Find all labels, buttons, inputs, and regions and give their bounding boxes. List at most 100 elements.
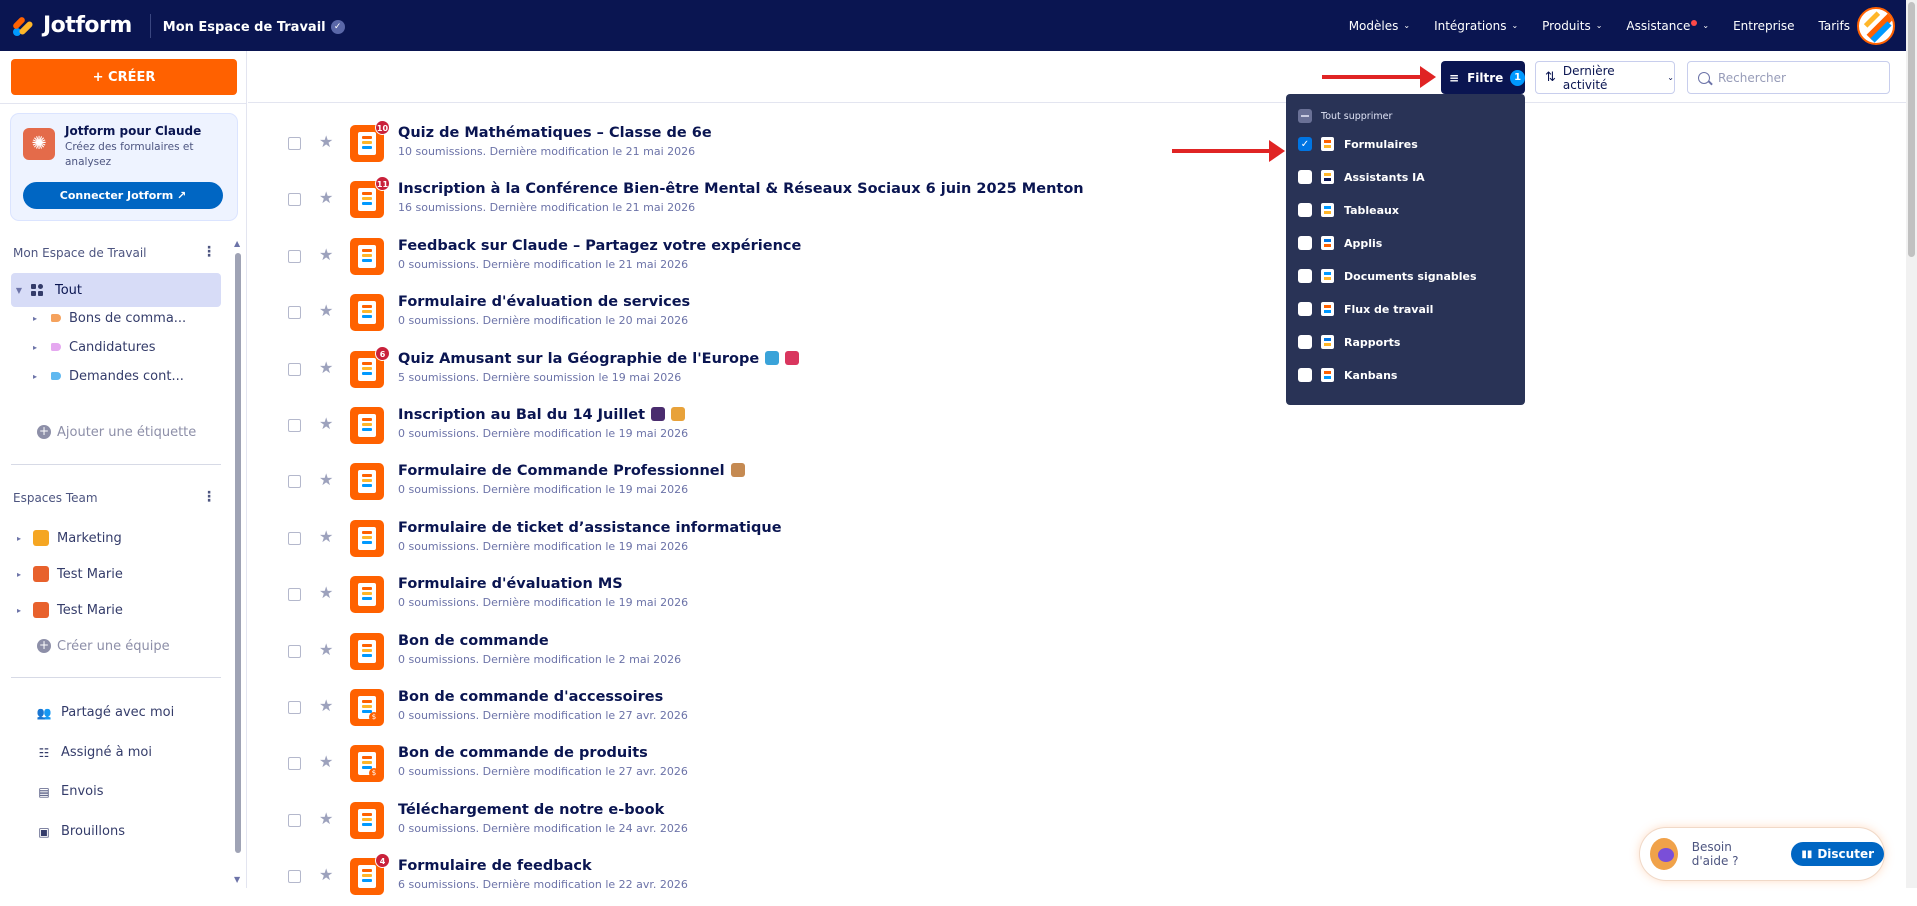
create-button[interactable]: + CRÉER	[11, 59, 237, 95]
jotform-logo[interactable]: Jotform	[11, 13, 132, 38]
row-checkbox[interactable]	[288, 813, 301, 827]
checked-checkbox[interactable]: ✓	[1298, 137, 1312, 151]
scroll-down-icon[interactable]: ▼	[234, 875, 240, 884]
form-row[interactable]: ★ $ Bon de commande d'accessoires 0 soumiss…	[248, 681, 1288, 737]
checkbox[interactable]	[1298, 170, 1312, 184]
sidebar-team-item[interactable]: ▸ Marketing	[11, 521, 221, 555]
sidebar-bottom-item[interactable]: ☷ Assigné à moi	[36, 745, 152, 760]
form-row[interactable]: ★ Téléchargement de notre e-book 0 soumiss…	[248, 794, 1288, 850]
indeterminate-checkbox[interactable]	[1298, 109, 1312, 123]
star-icon[interactable]: ★	[319, 301, 333, 320]
checkbox[interactable]	[1298, 203, 1312, 217]
row-checkbox[interactable]	[288, 588, 301, 602]
form-row[interactable]: ★ Formulaire d'évaluation MS 0 soumissions…	[248, 568, 1288, 624]
star-icon[interactable]: ★	[319, 696, 333, 715]
caret-down-icon[interactable]: ▼	[11, 286, 27, 295]
form-row[interactable]: ★ Inscription au Bal du 14 Juillet 0 soumi…	[248, 399, 1288, 455]
search-box[interactable]	[1687, 61, 1890, 94]
row-checkbox[interactable]	[288, 249, 301, 263]
row-checkbox[interactable]	[288, 531, 301, 545]
filter-option[interactable]: Rapports	[1298, 335, 1400, 349]
caret-right-icon[interactable]: ▸	[27, 372, 43, 381]
teams-more-icon[interactable]: ⋮	[202, 489, 216, 505]
caret-right-icon[interactable]: ▸	[27, 314, 43, 323]
sort-dropdown[interactable]: ⇅ Dernière activité ⌄	[1535, 61, 1675, 94]
search-input[interactable]	[1718, 70, 1878, 85]
clear-all-option[interactable]: Tout supprimer	[1298, 109, 1392, 123]
star-icon[interactable]: ★	[319, 414, 333, 433]
caret-right-icon[interactable]: ▸	[11, 606, 27, 615]
nav-item[interactable]: Intégrations ⌄	[1434, 19, 1518, 33]
form-title[interactable]: Téléchargement de notre e-book	[398, 802, 664, 818]
checkbox[interactable]	[1298, 368, 1312, 382]
form-title[interactable]: Inscription à la Conférence Bien-être Me…	[398, 181, 1084, 197]
row-checkbox[interactable]	[288, 193, 301, 207]
form-title[interactable]: Quiz Amusant sur la Géographie de l'Euro…	[398, 350, 800, 367]
checkbox[interactable]	[1298, 269, 1312, 283]
nav-item[interactable]: Modèles ⌄	[1349, 19, 1410, 33]
form-row[interactable]: ★ 11 Inscription à la Conférence Bien-être…	[248, 173, 1288, 229]
row-checkbox[interactable]	[288, 644, 301, 658]
add-label-button[interactable]: + Ajouter une étiquette	[11, 415, 221, 449]
create-team-button[interactable]: + Créer une équipe	[11, 629, 221, 663]
star-icon[interactable]: ★	[319, 809, 333, 828]
checkbox[interactable]	[1298, 302, 1312, 316]
sidebar-scrollbar[interactable]: ▲ ▼	[233, 235, 243, 888]
star-icon[interactable]: ★	[319, 470, 333, 489]
row-checkbox[interactable]	[288, 137, 301, 150]
workspace-more-icon[interactable]: ⋮	[202, 244, 216, 260]
chat-button[interactable]: ▮▮ Discuter	[1791, 842, 1884, 866]
form-row[interactable]: ★ Formulaire de ticket d’assistance infor…	[248, 512, 1288, 568]
form-row[interactable]: ★ 10 Quiz de Mathématiques – Classe de 6e 1…	[248, 117, 1288, 173]
filter-option[interactable]: ✓ Formulaires	[1298, 137, 1418, 151]
sidebar-label-item[interactable]: ▸ Demandes cont...	[11, 359, 221, 393]
star-icon[interactable]: ★	[319, 132, 333, 151]
sidebar-bottom-item[interactable]: ▤ Envois	[36, 784, 103, 799]
form-title[interactable]: Bon de commande de produits	[398, 745, 648, 761]
filter-option[interactable]: Documents signables	[1298, 269, 1477, 283]
scroll-up-icon[interactable]: ▲	[234, 239, 240, 248]
form-title[interactable]: Formulaire de feedback	[398, 858, 592, 874]
filter-option[interactable]: Kanbans	[1298, 368, 1397, 382]
star-icon[interactable]: ★	[319, 245, 333, 264]
page-scrollbar[interactable]	[1906, 0, 1917, 888]
caret-right-icon[interactable]: ▸	[11, 570, 27, 579]
form-title[interactable]: Inscription au Bal du 14 Juillet	[398, 407, 686, 423]
connect-jotform-button[interactable]: Connecter Jotform ↗	[23, 182, 223, 209]
row-checkbox[interactable]	[288, 701, 301, 714]
sidebar-bottom-item[interactable]: 👥 Partagé avec moi	[36, 705, 175, 720]
workspace-switcher[interactable]: Mon Espace de Travail ✓	[163, 16, 345, 35]
star-icon[interactable]: ★	[319, 527, 333, 546]
form-row[interactable]: ★ Formulaire d'évaluation de services 0 so…	[248, 286, 1288, 342]
sidebar-team-item[interactable]: ▸ Test Marie	[11, 593, 221, 627]
form-title[interactable]: Formulaire d'évaluation MS	[398, 576, 623, 592]
checkbox[interactable]	[1298, 335, 1312, 349]
checkbox[interactable]	[1298, 236, 1312, 250]
nav-item[interactable]: Tarifs	[1819, 19, 1850, 33]
scroll-thumb[interactable]	[1908, 2, 1915, 257]
form-row[interactable]: ★ Feedback sur Claude – Partagez votre ex…	[248, 230, 1288, 286]
star-icon[interactable]: ★	[319, 640, 333, 659]
nav-item[interactable]: Produits ⌄	[1542, 19, 1602, 33]
scroll-thumb[interactable]	[235, 253, 241, 853]
form-title[interactable]: Quiz de Mathématiques – Classe de 6e	[398, 125, 712, 141]
caret-right-icon[interactable]: ▸	[27, 343, 43, 352]
sidebar-bottom-item[interactable]: ▣ Brouillons	[36, 824, 125, 839]
row-checkbox[interactable]	[288, 475, 301, 489]
star-icon[interactable]: ★	[319, 865, 333, 884]
filter-option[interactable]: Flux de travail	[1298, 302, 1433, 316]
star-icon[interactable]: ★	[319, 752, 333, 771]
form-title[interactable]: Feedback sur Claude – Partagez votre exp…	[398, 238, 801, 254]
form-row[interactable]: ★ 4 Formulaire de feedback 6 soumissions. D…	[248, 850, 1288, 906]
form-row[interactable]: ★ $ Bon de commande de produits 0 soumissio…	[248, 737, 1288, 793]
form-row[interactable]: ★ Formulaire de Commande Professionnel 0 s…	[248, 455, 1288, 511]
row-checkbox[interactable]	[288, 362, 301, 376]
row-checkbox[interactable]	[288, 870, 301, 884]
star-icon[interactable]: ★	[319, 358, 333, 377]
form-row[interactable]: ★ 6 Quiz Amusant sur la Géographie de l'Eu…	[248, 343, 1288, 399]
filter-option[interactable]: Tableaux	[1298, 203, 1399, 217]
filter-button[interactable]: ≡ Filtre 1	[1441, 61, 1525, 94]
nav-item[interactable]: Entreprise	[1733, 19, 1794, 33]
form-title[interactable]: Bon de commande	[398, 633, 549, 649]
row-checkbox[interactable]	[288, 419, 301, 432]
